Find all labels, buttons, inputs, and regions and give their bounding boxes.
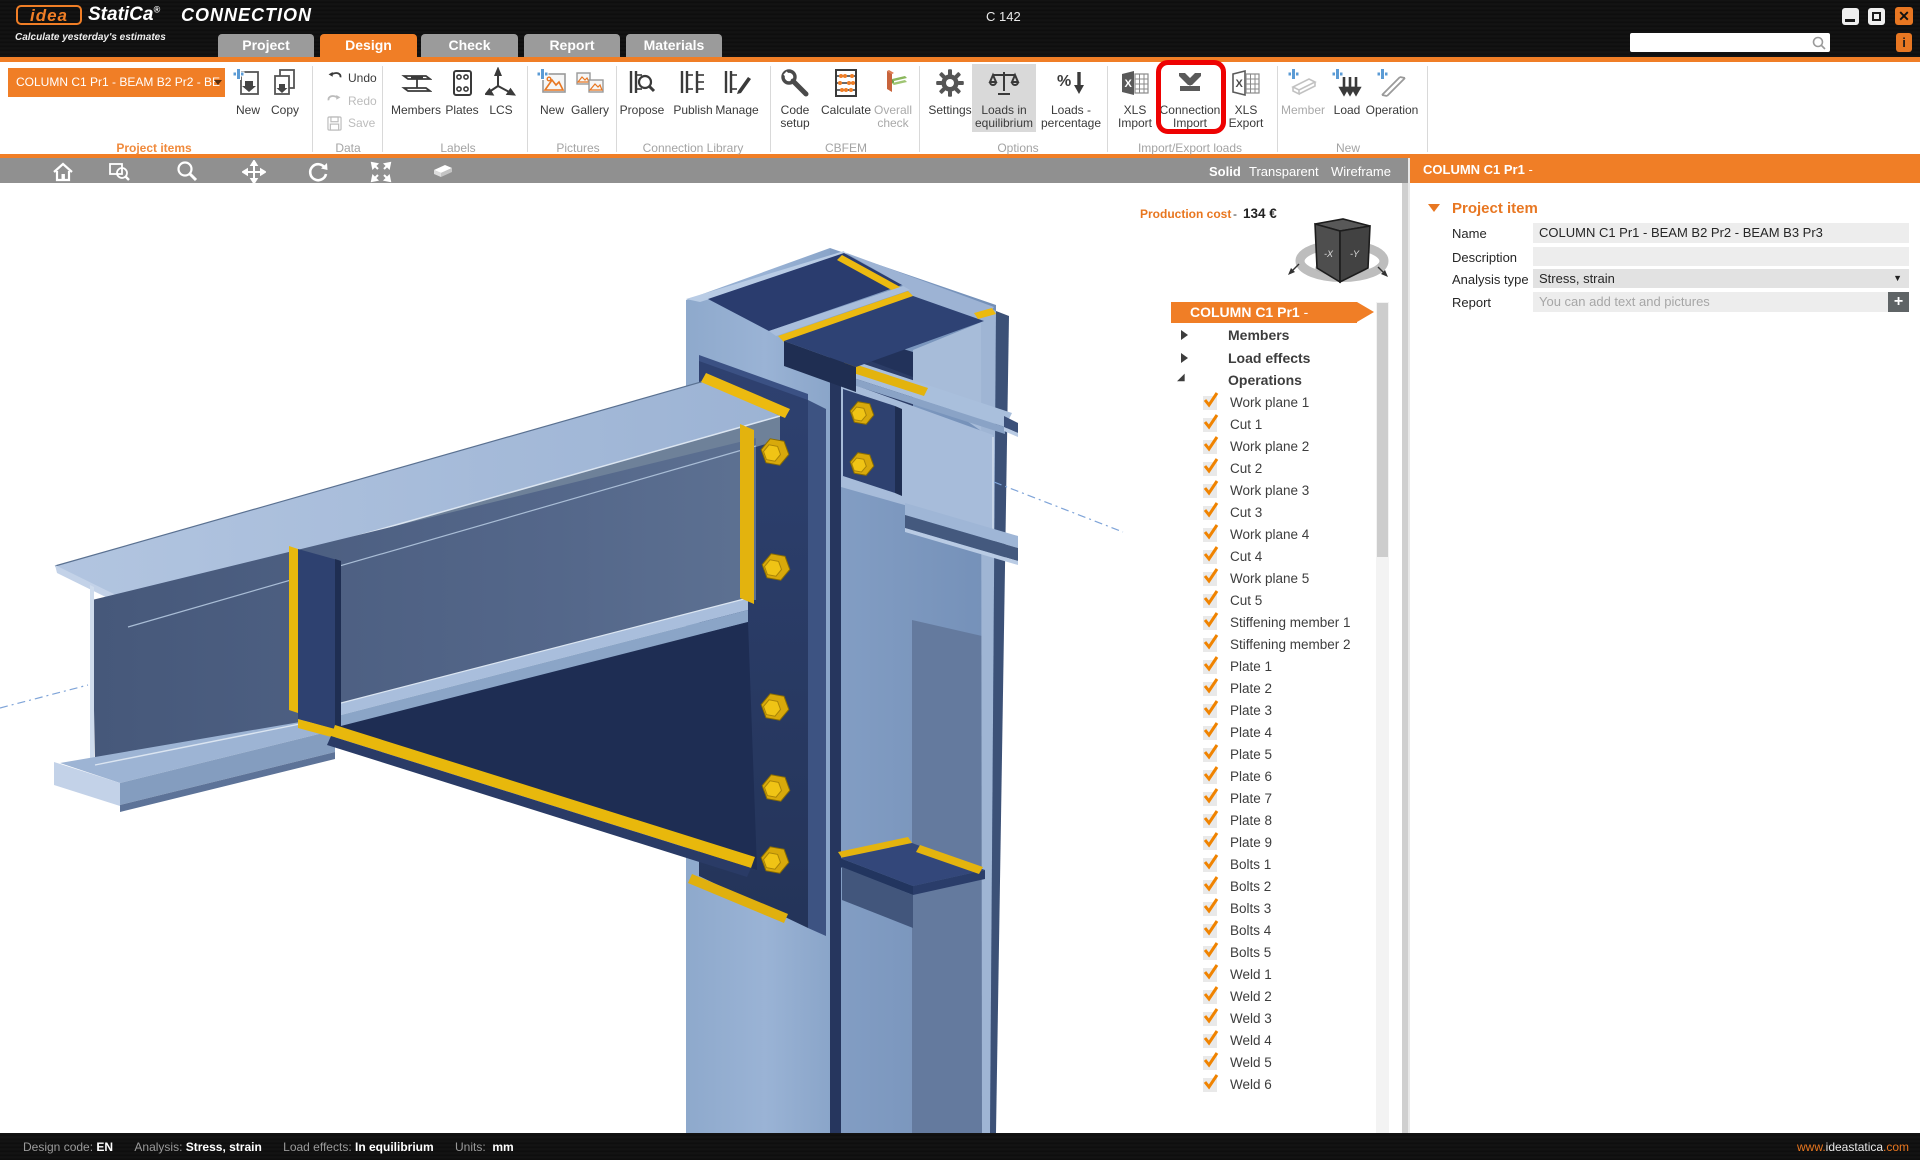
svg-text:-Y: -Y (1350, 249, 1360, 259)
svg-text:X: X (1125, 78, 1133, 90)
svg-text:%: % (1057, 73, 1071, 90)
svg-text:X: X (1236, 78, 1244, 90)
svg-text:-X: -X (1324, 249, 1334, 259)
